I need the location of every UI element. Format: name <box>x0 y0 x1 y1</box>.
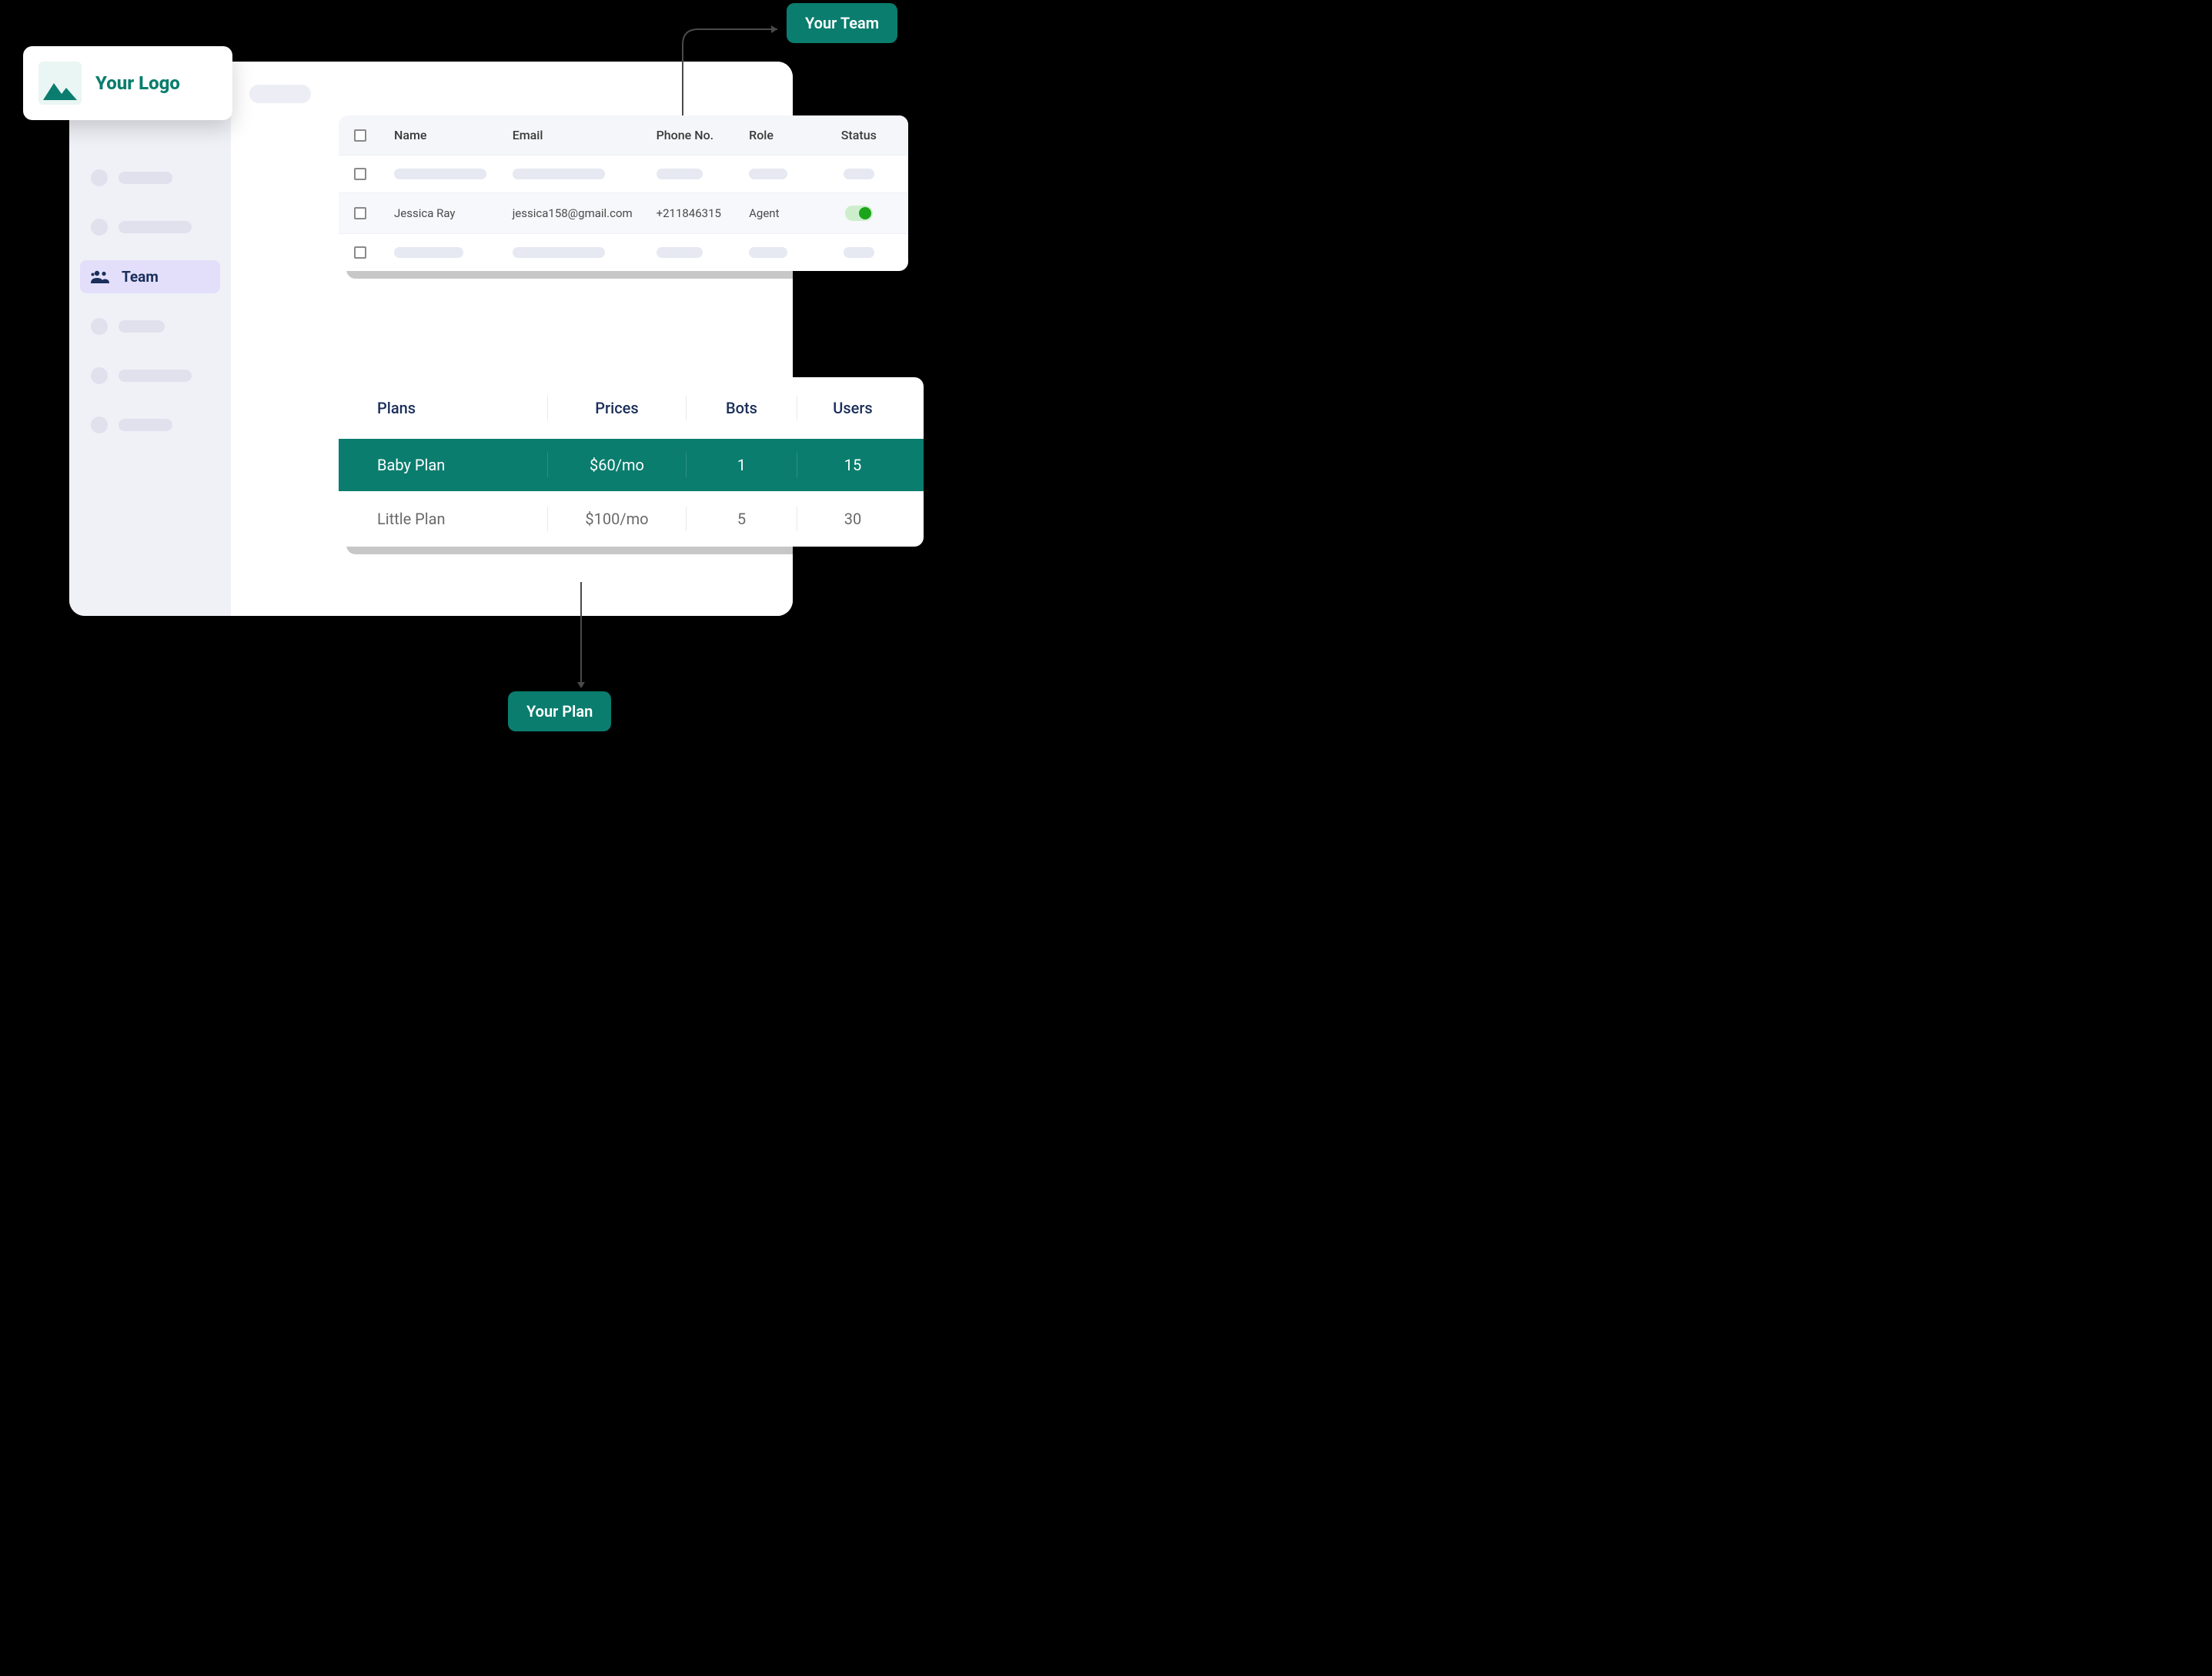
row-checkbox[interactable] <box>354 168 366 180</box>
sidebar-icon-placeholder <box>91 318 108 335</box>
cell-placeholder <box>749 169 787 179</box>
callout-your-team: Your Team <box>787 3 897 43</box>
sidebar-item-team[interactable]: Team <box>80 260 220 293</box>
plans-table-card: Plans Prices Bots Users Baby Plan $60/mo… <box>339 377 924 547</box>
sidebar-item-placeholder[interactable] <box>80 162 220 194</box>
sidebar-icon-placeholder <box>91 416 108 433</box>
sidebar-label-placeholder <box>119 221 192 233</box>
sidebar-item-placeholder[interactable] <box>80 409 220 441</box>
plans-table-header: Plans Prices Bots Users <box>339 377 924 439</box>
plan-row-little[interactable]: Little Plan $100/mo 5 30 <box>339 491 924 547</box>
image-icon <box>38 62 82 105</box>
cell-plan-price: $60/mo <box>548 453 687 477</box>
select-all-checkbox[interactable] <box>354 129 366 142</box>
column-header-plans: Plans <box>354 396 548 420</box>
sidebar-label-placeholder <box>119 320 165 333</box>
table-row[interactable]: Jessica Ray jessica158@gmail.com +211846… <box>339 192 908 233</box>
sidebar-item-placeholder[interactable] <box>80 360 220 392</box>
cell-placeholder <box>657 169 703 179</box>
callout-your-plan: Your Plan <box>508 691 611 731</box>
sidebar-item-placeholder[interactable] <box>80 211 220 243</box>
team-table-card: Name Email Phone No. Role Status Jessica… <box>339 115 908 271</box>
sidebar-icon-placeholder <box>91 367 108 384</box>
column-header-email: Email <box>513 128 649 142</box>
topbar-placeholder <box>249 85 311 103</box>
column-header-bots: Bots <box>687 396 797 420</box>
cell-placeholder <box>513 169 605 179</box>
sidebar-label-placeholder <box>119 419 172 431</box>
column-header-name: Name <box>394 128 505 142</box>
sidebar-label-placeholder <box>119 370 192 382</box>
cell-placeholder <box>394 247 463 258</box>
cell-plan-name: Baby Plan <box>354 453 548 477</box>
cell-phone: +211846315 <box>657 206 742 220</box>
status-toggle[interactable] <box>845 206 873 221</box>
team-table-header: Name Email Phone No. Role Status <box>339 115 908 155</box>
cell-name: Jessica Ray <box>394 206 505 220</box>
table-row[interactable] <box>339 155 908 192</box>
sidebar: Team <box>69 62 231 616</box>
sidebar-icon-placeholder <box>91 219 108 236</box>
column-header-users: Users <box>797 396 908 420</box>
cell-email: jessica158@gmail.com <box>513 206 649 220</box>
cell-plan-bots: 5 <box>687 507 797 531</box>
cell-placeholder <box>844 247 874 258</box>
cell-plan-price: $100/mo <box>548 507 687 531</box>
column-header-phone: Phone No. <box>657 128 742 142</box>
cell-plan-users: 30 <box>797 507 908 531</box>
sidebar-item-label: Team <box>122 268 159 286</box>
cell-plan-users: 15 <box>797 453 908 477</box>
row-checkbox[interactable] <box>354 207 366 219</box>
sidebar-item-placeholder[interactable] <box>80 310 220 343</box>
row-checkbox[interactable] <box>354 246 366 259</box>
cell-plan-bots: 1 <box>687 453 797 477</box>
cell-role: Agent <box>749 206 817 220</box>
logo-card: Your Logo <box>23 46 232 120</box>
cell-placeholder <box>844 169 874 179</box>
cell-placeholder <box>749 247 787 258</box>
column-header-status: Status <box>825 128 893 142</box>
column-header-prices: Prices <box>548 396 687 420</box>
cell-placeholder <box>394 169 486 179</box>
plan-row-baby[interactable]: Baby Plan $60/mo 1 15 <box>339 439 924 491</box>
people-icon <box>91 269 111 285</box>
cell-placeholder <box>513 247 605 258</box>
cell-plan-name: Little Plan <box>354 507 548 531</box>
cell-placeholder <box>657 247 703 258</box>
column-header-role: Role <box>749 128 817 142</box>
table-row[interactable] <box>339 233 908 271</box>
sidebar-label-placeholder <box>119 172 172 184</box>
sidebar-icon-placeholder <box>91 169 108 186</box>
logo-label: Your Logo <box>95 72 180 94</box>
